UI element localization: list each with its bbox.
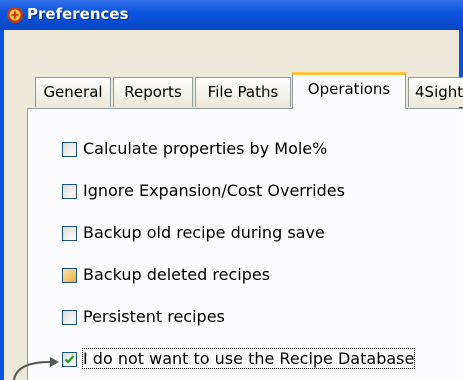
- tab-label: File Paths: [207, 83, 279, 101]
- tab-operations[interactable]: Operations: [292, 72, 406, 109]
- option-label: I do not want to use the Recipe Database: [81, 348, 416, 369]
- checkbox[interactable]: [62, 226, 77, 241]
- option-persistent-recipes[interactable]: Persistent recipes: [62, 307, 262, 330]
- option-no-recipe-database[interactable]: I do not want to use the Recipe Database: [62, 348, 442, 372]
- option-label: Persistent recipes: [83, 307, 225, 326]
- tab-file-paths[interactable]: File Paths: [195, 77, 291, 107]
- tab-label: 4Sight: [415, 83, 463, 101]
- tab-strip: General Reports File Paths Operations 4S…: [4, 30, 463, 110]
- tab-label: Reports: [124, 83, 182, 101]
- tab-label: Operations: [307, 80, 391, 98]
- option-backup-old-recipe[interactable]: Backup old recipe during save: [62, 223, 372, 246]
- option-label: Ignore Expansion/Cost Overrides: [83, 181, 345, 200]
- option-label: Backup old recipe during save: [83, 223, 325, 242]
- option-ignore-overrides[interactable]: Ignore Expansion/Cost Overrides: [62, 181, 382, 204]
- checkbox[interactable]: [62, 310, 77, 325]
- checkbox[interactable]: [62, 184, 77, 199]
- dialog-body: General Reports File Paths Operations 4S…: [4, 30, 463, 380]
- title-bar[interactable]: Preferences: [0, 0, 463, 30]
- option-calculate-mole[interactable]: Calculate properties by Mole%: [62, 139, 362, 162]
- window-title: Preferences: [27, 5, 129, 23]
- callout-arrow-icon: [13, 357, 59, 380]
- tab-reports[interactable]: Reports: [113, 77, 193, 107]
- checkbox[interactable]: [62, 142, 77, 157]
- tab-general[interactable]: General: [35, 77, 111, 107]
- preferences-window: Preferences General Reports File Paths O…: [0, 0, 463, 380]
- option-backup-deleted[interactable]: Backup deleted recipes: [62, 265, 302, 288]
- app-logo-icon: [6, 6, 24, 24]
- tab-label: General: [43, 83, 103, 101]
- option-label: Backup deleted recipes: [83, 265, 271, 284]
- tab-4sight[interactable]: 4Sight: [408, 77, 463, 107]
- option-label: Calculate properties by Mole%: [83, 139, 328, 158]
- checkbox[interactable]: [62, 268, 77, 283]
